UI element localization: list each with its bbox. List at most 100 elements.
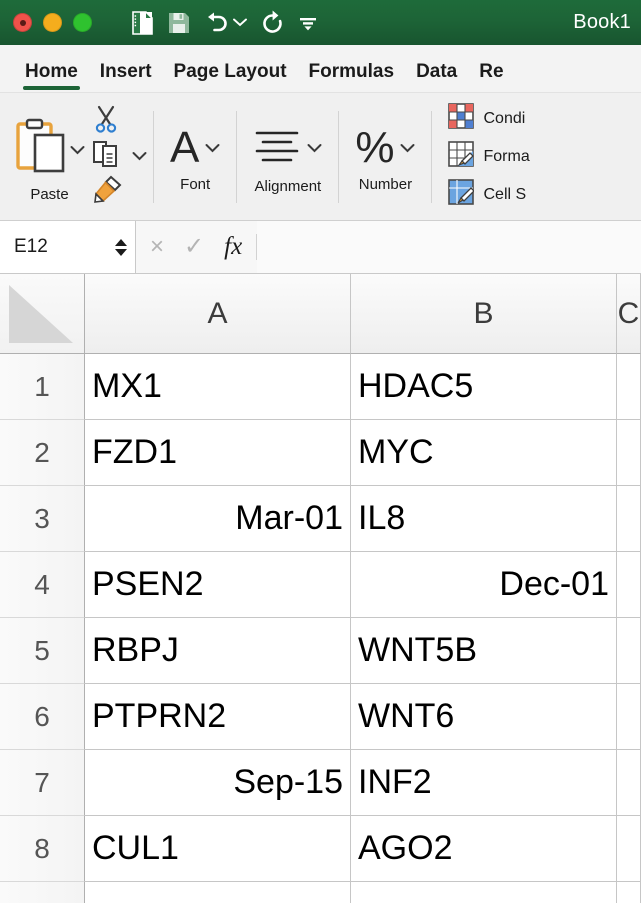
cell-styles-icon bbox=[448, 179, 476, 210]
cell-c5[interactable] bbox=[617, 618, 641, 684]
cell-a9[interactable] bbox=[85, 882, 351, 903]
cell-c8[interactable] bbox=[617, 816, 641, 882]
conditional-formatting-label: Condi bbox=[483, 109, 526, 127]
cell-a5[interactable]: RBPJ bbox=[85, 618, 351, 684]
cut-button[interactable] bbox=[91, 105, 121, 138]
cell-a3[interactable]: Mar-01 bbox=[85, 486, 351, 552]
row-header-3[interactable]: 3 bbox=[0, 486, 85, 552]
formula-bar-buttons: × ✓ fx bbox=[136, 221, 256, 273]
cell-b5[interactable]: WNT5B bbox=[351, 618, 617, 684]
ribbon-group-alignment[interactable]: Alignment bbox=[237, 93, 338, 220]
cell-c9[interactable] bbox=[617, 882, 641, 903]
insert-function-icon[interactable]: fx bbox=[224, 233, 242, 261]
number-dropdown-icon[interactable] bbox=[400, 142, 415, 155]
name-box-spinner[interactable] bbox=[115, 238, 127, 256]
window-controls bbox=[0, 13, 92, 32]
name-box-value: E12 bbox=[14, 236, 48, 257]
customize-toolbar-icon[interactable] bbox=[298, 8, 318, 38]
paste-icon bbox=[14, 117, 70, 184]
scissors-icon bbox=[91, 104, 121, 139]
cell-a1[interactable]: MX1 bbox=[85, 354, 351, 420]
alignment-group-label: Alignment bbox=[254, 177, 322, 195]
format-as-table-button[interactable]: Forma bbox=[448, 141, 530, 172]
copy-dropdown-icon[interactable] bbox=[132, 150, 147, 163]
table-row: 5 RBPJ WNT5B bbox=[0, 618, 641, 684]
font-icon: A bbox=[170, 123, 200, 172]
paste-button[interactable]: Paste bbox=[14, 111, 85, 203]
copy-button[interactable] bbox=[91, 140, 147, 173]
cell-b1[interactable]: HDAC5 bbox=[351, 354, 617, 420]
cell-b9[interactable] bbox=[351, 882, 617, 903]
row-header-8[interactable]: 8 bbox=[0, 816, 85, 882]
cell-b6[interactable]: WNT6 bbox=[351, 684, 617, 750]
column-header-b[interactable]: B bbox=[351, 274, 617, 354]
formula-bar: E12 × ✓ fx bbox=[0, 221, 641, 274]
row-header-4[interactable]: 4 bbox=[0, 552, 85, 618]
cell-b2[interactable]: MYC bbox=[351, 420, 617, 486]
font-dropdown-icon[interactable] bbox=[205, 142, 220, 155]
undo-dropdown-icon[interactable] bbox=[233, 18, 247, 27]
row-header-2[interactable]: 2 bbox=[0, 420, 85, 486]
cell-c6[interactable] bbox=[617, 684, 641, 750]
cell-c4[interactable] bbox=[617, 552, 641, 618]
spinner-down-icon[interactable] bbox=[115, 248, 127, 256]
row-header-5[interactable]: 5 bbox=[0, 618, 85, 684]
title-bar: Book1 bbox=[0, 0, 641, 45]
close-button[interactable] bbox=[13, 13, 32, 32]
cancel-formula-icon[interactable]: × bbox=[150, 235, 164, 259]
column-header-c[interactable]: C bbox=[617, 274, 641, 354]
cell-styles-button[interactable]: Cell S bbox=[448, 179, 529, 210]
tab-insert[interactable]: Insert bbox=[89, 61, 163, 92]
new-document-icon[interactable] bbox=[130, 8, 155, 38]
enter-formula-icon[interactable]: ✓ bbox=[184, 235, 204, 259]
cell-a7[interactable]: Sep-15 bbox=[85, 750, 351, 816]
tab-data[interactable]: Data bbox=[405, 61, 468, 92]
tab-review[interactable]: Re bbox=[468, 61, 514, 92]
ribbon-group-number[interactable]: % Number bbox=[339, 93, 431, 220]
tab-page-layout[interactable]: Page Layout bbox=[163, 61, 298, 92]
cell-a6[interactable]: PTPRN2 bbox=[85, 684, 351, 750]
table-row: 3 Mar-01 IL8 bbox=[0, 486, 641, 552]
format-painter-button[interactable] bbox=[91, 175, 123, 208]
conditional-formatting-button[interactable]: Condi bbox=[448, 103, 529, 134]
quick-access-toolbar bbox=[130, 8, 318, 38]
ribbon-tab-bar: Home Insert Page Layout Formulas Data Re bbox=[0, 45, 641, 93]
column-header-a[interactable]: A bbox=[85, 274, 351, 354]
cell-b7[interactable]: INF2 bbox=[351, 750, 617, 816]
cell-c7[interactable] bbox=[617, 750, 641, 816]
ribbon-group-styles: Condi Forma Cell S bbox=[432, 93, 530, 220]
minimize-button[interactable] bbox=[43, 13, 62, 32]
cell-b8[interactable]: AGO2 bbox=[351, 816, 617, 882]
cell-b3[interactable]: IL8 bbox=[351, 486, 617, 552]
ribbon-group-font[interactable]: A Font bbox=[154, 93, 236, 220]
ribbon-group-clipboard: Paste bbox=[0, 93, 153, 220]
spinner-up-icon[interactable] bbox=[115, 238, 127, 246]
tab-formulas[interactable]: Formulas bbox=[298, 61, 406, 92]
cell-a2[interactable]: FZD1 bbox=[85, 420, 351, 486]
row-header-7[interactable]: 7 bbox=[0, 750, 85, 816]
row-header-1[interactable]: 1 bbox=[0, 354, 85, 420]
name-box[interactable]: E12 bbox=[0, 221, 136, 273]
undo-icon[interactable] bbox=[203, 8, 247, 38]
conditional-formatting-icon bbox=[448, 103, 475, 134]
tab-home[interactable]: Home bbox=[14, 61, 89, 92]
cell-a8[interactable]: CUL1 bbox=[85, 816, 351, 882]
cell-b4[interactable]: Dec-01 bbox=[351, 552, 617, 618]
font-group-label: Font bbox=[180, 176, 211, 193]
save-icon[interactable] bbox=[167, 8, 191, 38]
formula-input[interactable] bbox=[257, 221, 641, 273]
cell-a4[interactable]: PSEN2 bbox=[85, 552, 351, 618]
maximize-button[interactable] bbox=[73, 13, 92, 32]
format-as-table-icon bbox=[448, 141, 475, 172]
cell-c1[interactable] bbox=[617, 354, 641, 420]
alignment-dropdown-icon[interactable] bbox=[307, 142, 322, 155]
cell-c2[interactable] bbox=[617, 420, 641, 486]
redo-icon[interactable] bbox=[259, 8, 286, 38]
row-header-9[interactable]: 9 bbox=[0, 882, 85, 903]
select-all-button[interactable] bbox=[0, 274, 85, 354]
cell-c3[interactable] bbox=[617, 486, 641, 552]
row-header-6[interactable]: 6 bbox=[0, 684, 85, 750]
number-group-label: Number bbox=[358, 176, 413, 193]
table-row: 6 PTPRN2 WNT6 bbox=[0, 684, 641, 750]
paste-dropdown-icon[interactable] bbox=[70, 144, 85, 157]
